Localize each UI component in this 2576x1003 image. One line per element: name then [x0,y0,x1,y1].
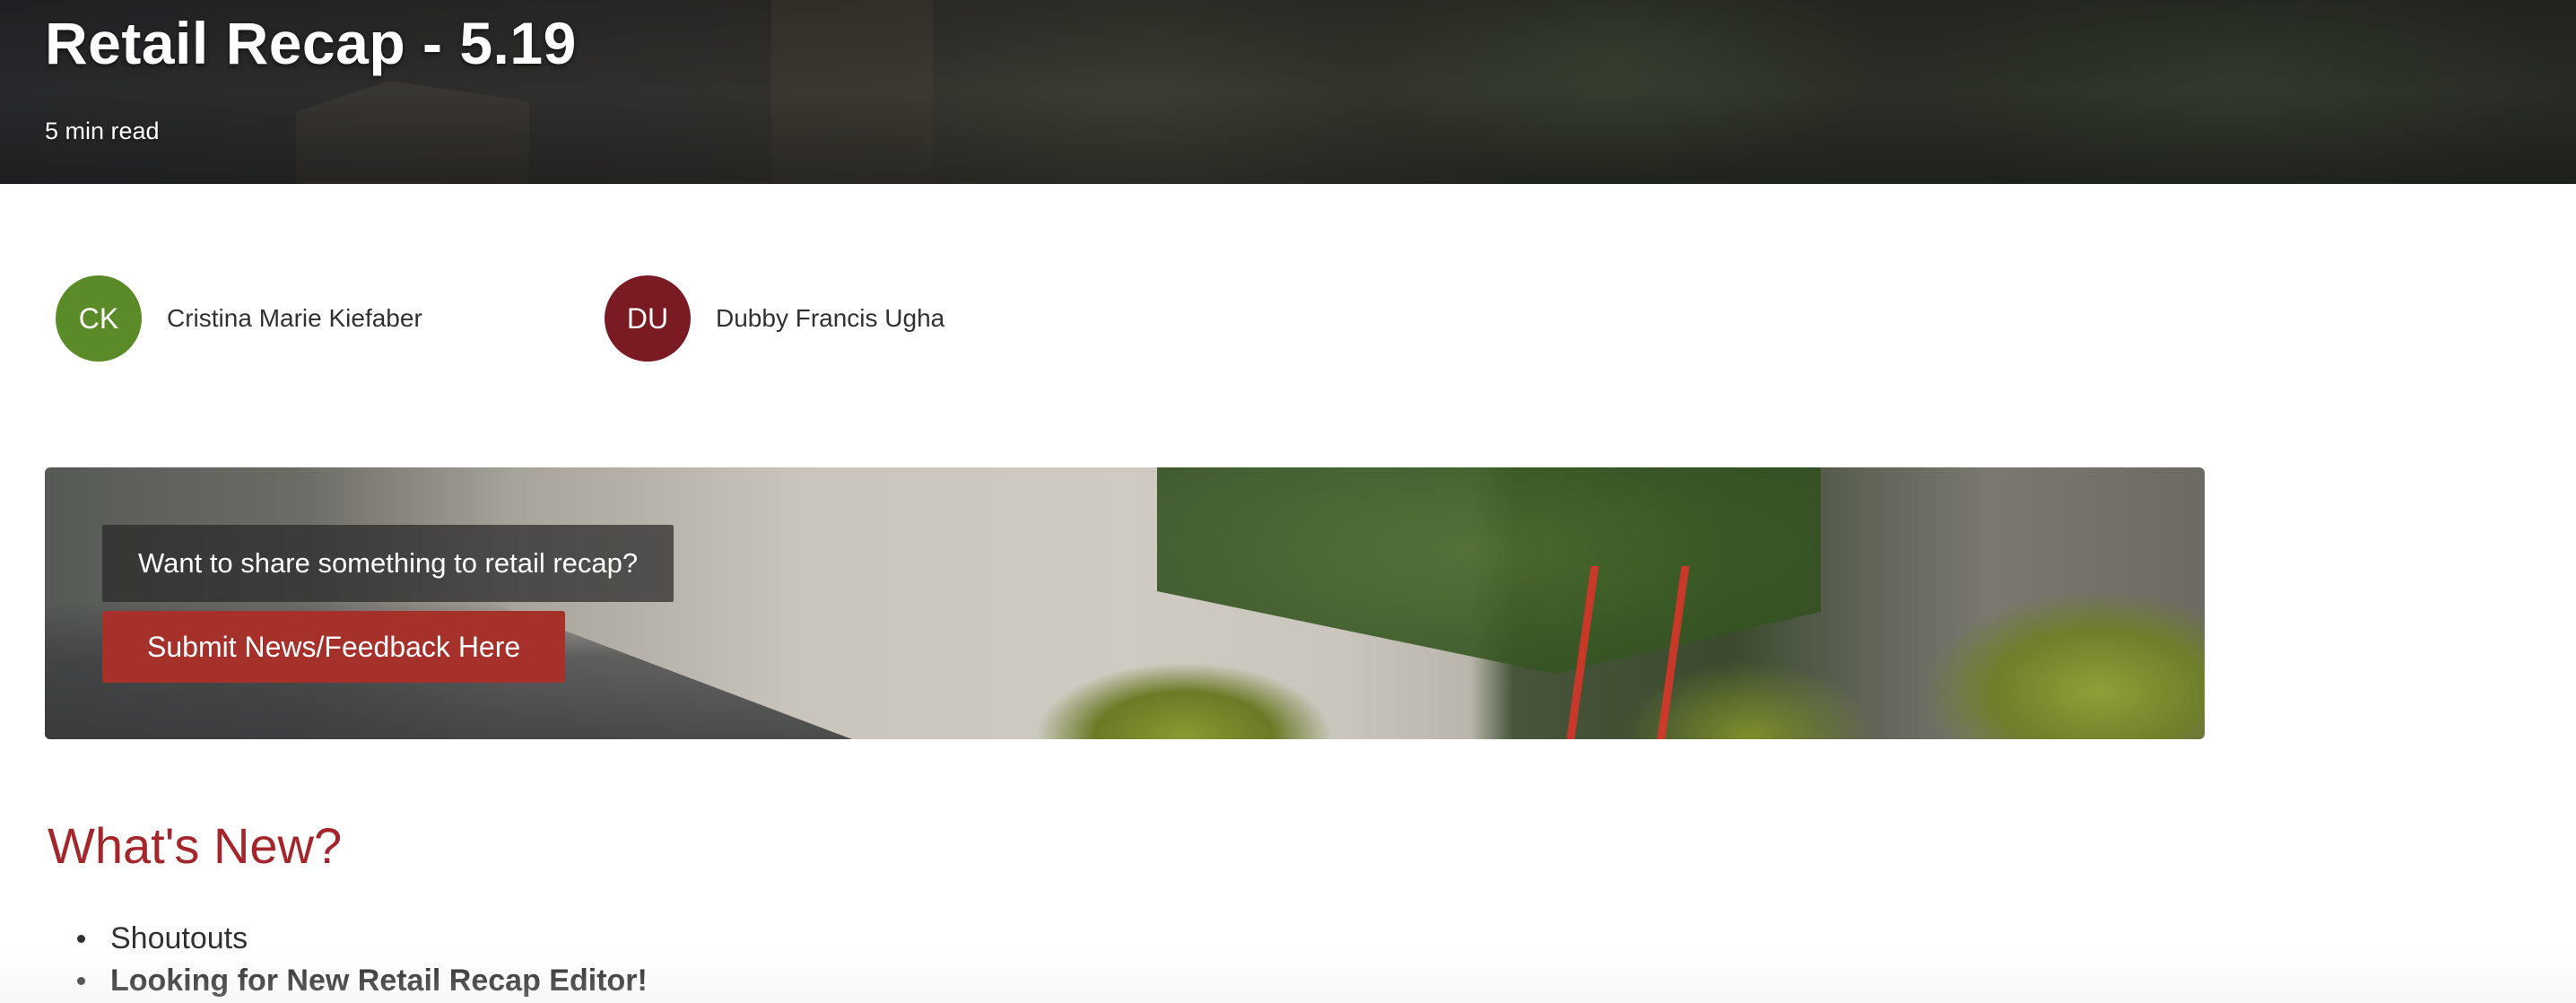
whats-new-heading: What's New? [48,817,343,874]
list-item: Shoutouts [77,918,648,960]
read-time: 5 min read [45,118,160,144]
list-item: Looking for New Retail Recap Editor! [77,960,648,1002]
avatar[interactable]: DU [605,275,691,362]
author-name[interactable]: Cristina Marie Kiefaber [167,304,422,333]
banner-question-text: Want to share something to retail recap? [102,525,674,602]
author-card-du[interactable]: DU Dubby Francis Ugha [605,275,944,362]
page-title: Retail Recap - 5.19 [45,10,577,76]
author-name[interactable]: Dubby Francis Ugha [716,304,944,333]
whats-new-list: Shoutouts Looking for New Retail Recap E… [77,918,648,1002]
submit-feedback-button[interactable]: Submit News/Feedback Here [102,611,566,683]
feedback-banner: Want to share something to retail recap?… [45,467,2205,739]
avatar[interactable]: CK [56,275,142,362]
banner-background-hedge [1157,467,1821,674]
author-card-ck[interactable]: CK Cristina Marie Kiefaber [56,275,422,362]
page-header-banner: Retail Recap - 5.19 5 min read [0,0,2576,184]
